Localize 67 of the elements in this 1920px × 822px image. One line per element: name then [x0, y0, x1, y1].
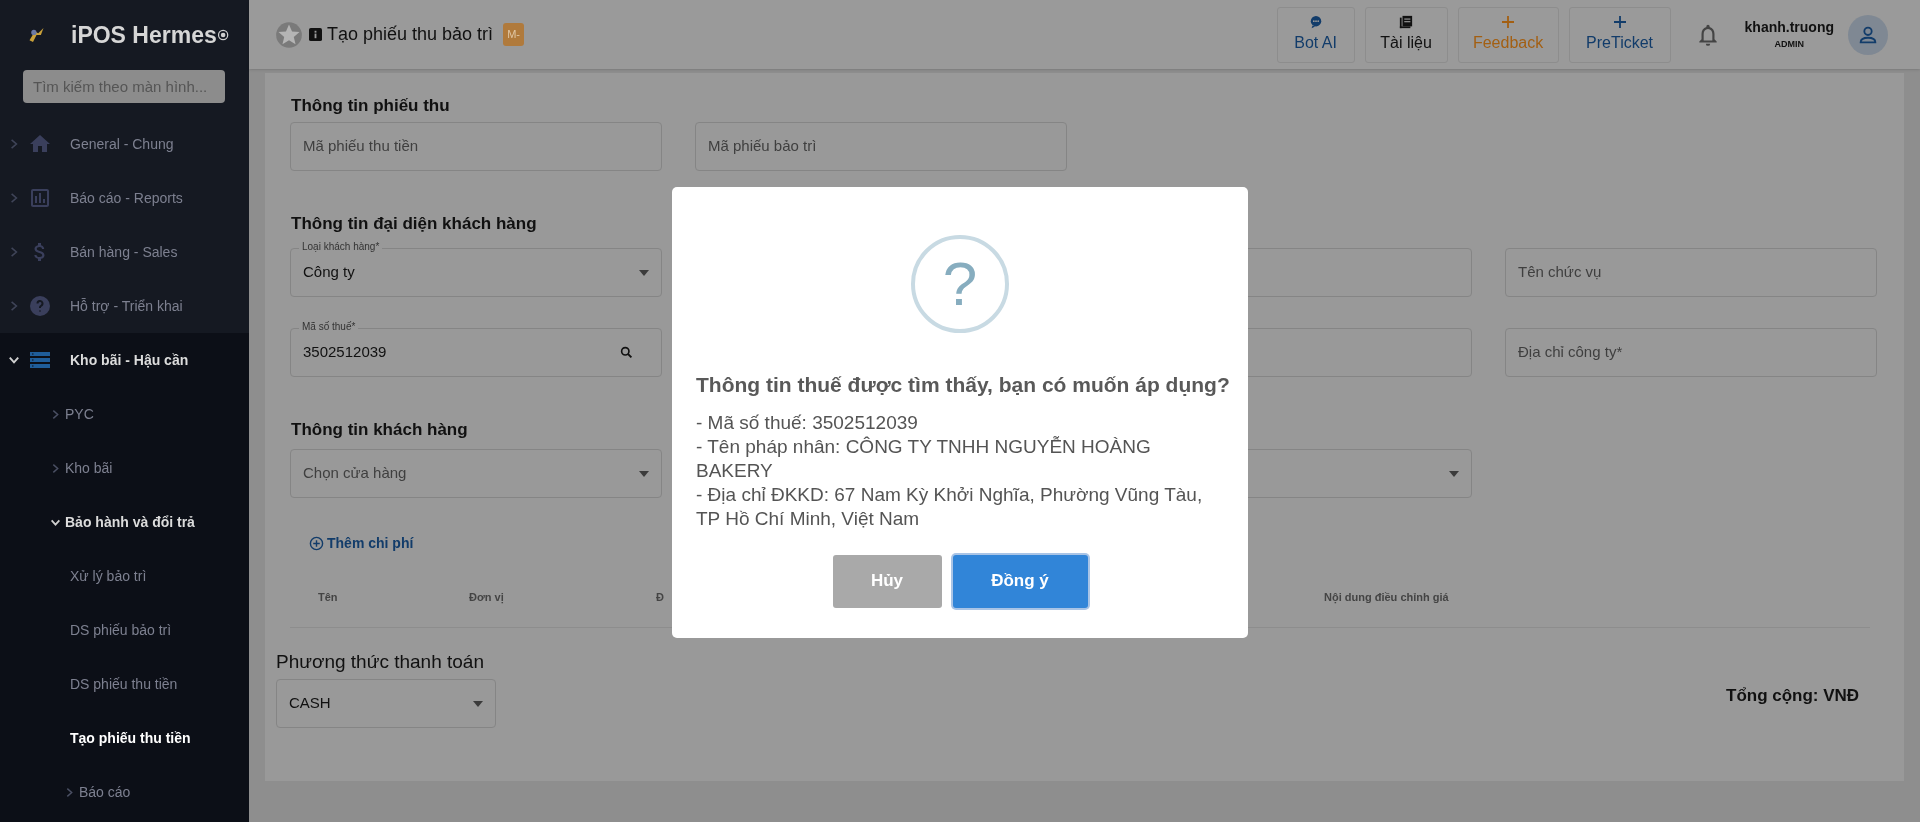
- chat-icon: [1308, 14, 1323, 29]
- section-title: Thông tin đại diện khách hàng: [291, 213, 537, 235]
- star-logo-icon: [275, 20, 303, 49]
- cancel-button[interactable]: Hủy: [832, 554, 942, 608]
- toolbar-button[interactable]: PreTicket: [1568, 6, 1671, 63]
- input-field[interactable]: Mã phiếu thu tiền: [290, 122, 662, 171]
- field-label: Loại khách hàng*: [299, 240, 383, 254]
- sidebar-item[interactable]: DS phiếu thu tiền: [70, 673, 178, 695]
- toolbar-button[interactable]: Bot AI: [1276, 6, 1355, 63]
- section-title: Thông tin phiếu thu: [291, 95, 450, 117]
- input-field[interactable]: Mã phiếu bảo trì: [695, 122, 1067, 171]
- select-field[interactable]: Chọn cửa hàng: [290, 449, 662, 498]
- column-header: Nội dung điều chỉnh giá: [1324, 590, 1449, 606]
- dialog-message: - Mã số thuế: 3502512039 - Tên pháp nhân: CÔNG TY TNHH NGUYỄN HOÀNG BAKERY - Địa chỉ ĐKKD: 67 Nam Kỳ Khởi Nghĩa, Phường Vũng Tàu, TP Hồ Chí Minh, Việt Nam: [696, 410, 1204, 531]
- column-header: Tên: [318, 590, 338, 605]
- input-field[interactable]: Địa chỉ công ty*: [1505, 328, 1877, 377]
- user-avatar[interactable]: [1848, 14, 1888, 55]
- help-icon: [28, 294, 52, 318]
- field-value: Công ty: [303, 262, 355, 283]
- placeholder-text: Tên chức vụ: [1518, 262, 1602, 283]
- user-name: khanh.truong: [1744, 18, 1834, 38]
- info-icon: [309, 28, 322, 41]
- plus-icon: [1612, 14, 1627, 29]
- search-icon: [620, 346, 633, 359]
- placeholder-text: Chọn cửa hàng: [303, 463, 407, 484]
- page-title: Tạo phiếu thu bảo trì: [327, 23, 494, 46]
- section-title: Phương thức thanh toán: [276, 650, 484, 674]
- column-header: Đơn vị: [469, 590, 504, 606]
- sidebar-item[interactable]: Bảo hành và đổi trả: [65, 511, 195, 533]
- app-name: iPOS Hermes: [71, 20, 217, 50]
- placeholder-text: Mã phiếu bảo trì: [708, 136, 817, 157]
- placeholder-text: Địa chỉ công ty*: [1518, 342, 1623, 363]
- question-icon: ?: [911, 235, 1009, 333]
- section-title: Thông tin khách hàng: [291, 419, 468, 441]
- field-value: CASH: [289, 693, 331, 714]
- sidebar-item[interactable]: Báo cáo: [79, 781, 131, 803]
- book-icon: [1399, 14, 1414, 29]
- input-field[interactable]: Tên chức vụ: [1505, 248, 1877, 297]
- user-role: ADMIN: [1774, 38, 1805, 52]
- bar-chart-icon: [28, 186, 52, 210]
- total-text: Tổng cộng: VNĐ: [1726, 685, 1860, 707]
- sidebar-item[interactable]: PYC: [65, 403, 94, 425]
- toolbar-button[interactable]: Tài liệu: [1364, 6, 1448, 63]
- sidebar-item[interactable]: DS phiếu bảo trì: [70, 619, 172, 641]
- add-cost-link[interactable]: Thêm chi phí: [309, 533, 414, 554]
- sidebar-item[interactable]: General - Chung: [70, 133, 174, 155]
- badge: M-: [503, 23, 524, 46]
- placeholder-text: Mã phiếu thu tiền: [303, 136, 419, 157]
- sidebar-item[interactable]: Tạo phiếu thu tiền: [70, 727, 191, 749]
- dropdown-caret-icon: [639, 470, 649, 477]
- field-value: 3502512039: [303, 342, 387, 363]
- radio-icon: [216, 28, 229, 42]
- plus-icon: [1501, 14, 1516, 29]
- dialog-title: Thông tin thuế được tìm thấy, bạn có muốn áp dụng?: [696, 372, 1230, 398]
- sidebar-item[interactable]: Xử lý bảo trì: [70, 565, 147, 587]
- add-circle-icon: [309, 536, 324, 551]
- select-field[interactable]: CASH: [276, 679, 496, 728]
- sidebar-item[interactable]: Kho bãi: [65, 457, 113, 479]
- dropdown-caret-icon: [1449, 470, 1459, 477]
- dropdown-caret-icon: [639, 269, 649, 276]
- sidebar-item[interactable]: Báo cáo - Reports: [70, 187, 183, 209]
- dropdown-caret-icon: [473, 700, 483, 707]
- sidebar-item[interactable]: Hỗ trợ - Triển khai: [70, 295, 183, 317]
- confirm-button[interactable]: Đồng ý: [952, 554, 1088, 608]
- sidebar-item[interactable]: Bán hàng - Sales: [70, 241, 178, 263]
- column-header: Đ: [656, 590, 664, 605]
- sidebar-item[interactable]: Kho bãi - Hậu cần: [70, 349, 189, 371]
